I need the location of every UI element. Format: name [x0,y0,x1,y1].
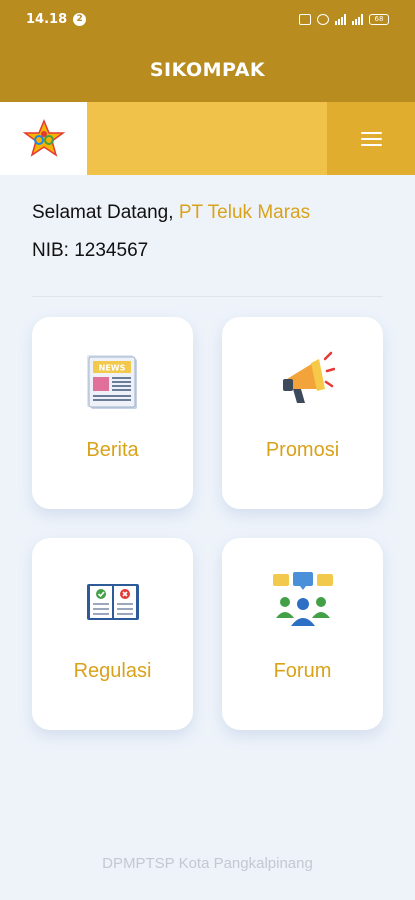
battery-icon: 68 [369,13,389,25]
regulasi-card[interactable]: Regulasi [32,538,193,730]
svg-text:NEWS: NEWS [98,364,125,373]
forum-label: Forum [273,660,332,682]
nav-strip [0,102,415,175]
welcome-text: Selamat Datang, PT Teluk Maras [32,202,310,224]
status-bar: 14.18 2 68 [0,0,415,38]
berita-card[interactable]: NEWS Berita [32,317,193,509]
newspaper-icon: NEWS [86,355,137,409]
footer-text: DPMPTSP Kota Pangkalpinang [102,855,313,872]
welcome-prefix: Selamat Datang, [32,202,179,223]
nib-text: NIB: 1234567 [32,240,149,261]
notification-badge: 2 [73,12,87,26]
hamburger-icon [360,131,382,147]
regulasi-label: Regulasi [73,660,152,682]
app-header: SIKOMPAK [0,38,415,102]
megaphone-icon [282,351,335,403]
berita-label: Berita [86,439,139,461]
signal-icon-2 [352,13,363,25]
divider [32,296,383,297]
status-time: 14.18 [26,11,68,27]
forum-group-icon [272,572,333,626]
forum-card[interactable]: Forum [222,538,383,730]
app-title: SIKOMPAK [149,59,266,81]
company-name: PT Teluk Maras [178,202,311,223]
app-logo [0,102,87,175]
logo-star-icon [22,118,65,157]
signal-icon [335,13,346,25]
regulation-book-icon [86,584,139,620]
vibrate-icon [299,13,311,25]
status-icons: 68 [299,13,389,25]
alarm-icon [317,13,329,25]
promosi-label: Promosi [265,439,340,461]
menu-button[interactable] [327,102,415,175]
promosi-card[interactable]: Promosi [222,317,383,509]
